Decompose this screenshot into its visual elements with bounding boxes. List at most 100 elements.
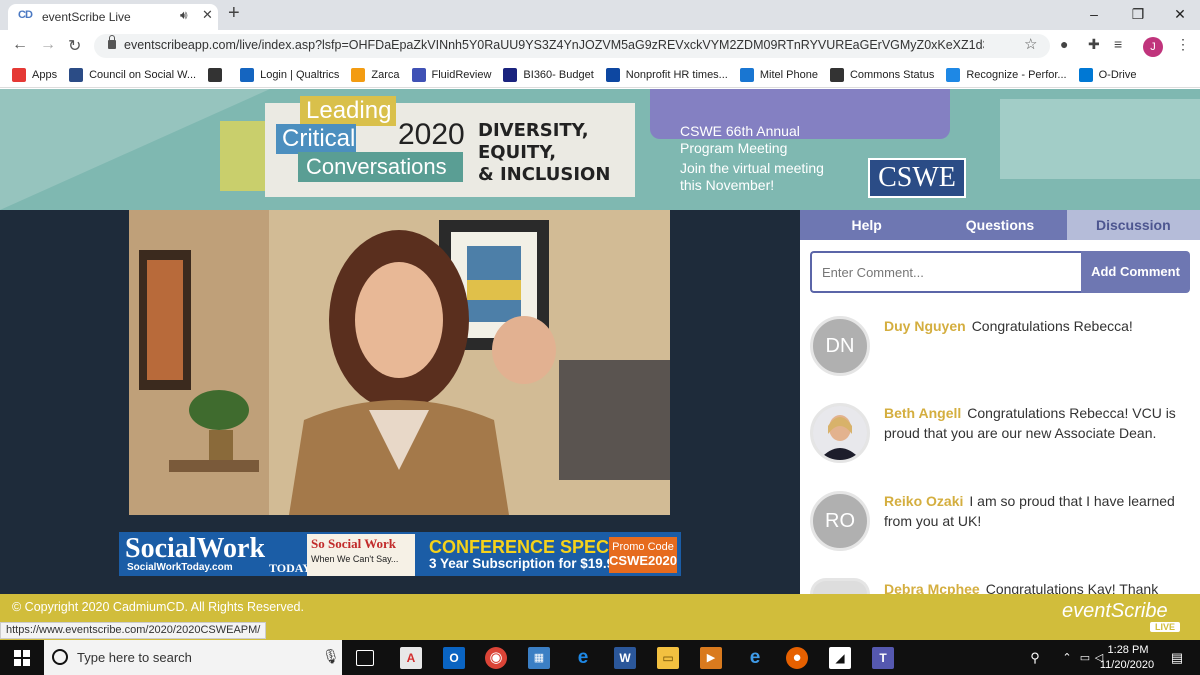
internet-explorer-icon[interactable]: e [572,647,594,669]
bookmark-item[interactable]: Commons Status [829,67,935,82]
extension-circle-icon[interactable]: ● [1060,36,1068,52]
list-item: Debra Mcphee Congratulations Kay! Thank [884,579,1194,594]
ad-promo-code: CSWE2020 [609,553,677,568]
cadmium-favicon-icon: CD [18,9,33,21]
browser-tab[interactable]: CD eventScribe Live 🔊︎ ✕ [8,4,218,30]
speaker-icon[interactable]: 🔊︎ [180,8,188,23]
bookmark-label: Mitel Phone [759,68,818,81]
bookmark-label: Commons Status [849,68,935,81]
bookmark-favicon-icon [69,67,84,82]
bookmark-item[interactable]: Nonprofit HR times... [605,67,728,82]
bookmark-label: Login | Qualtrics [260,68,340,81]
banner-cswe-line: Program Meeting [680,140,788,156]
bookmark-item[interactable]: Login | Qualtrics [240,67,340,82]
clock-time[interactable]: 1:28 PM [1102,644,1154,656]
bookmark-favicon-icon [829,67,844,82]
bookmark-favicon-icon [240,67,255,82]
extensions-puzzle-icon[interactable]: ✚ [1088,36,1100,53]
pdf-app-icon[interactable]: A [400,647,422,669]
reload-icon[interactable]: ↻ [68,36,81,56]
banner-conversations: Conversations [298,152,463,182]
bookmark-item[interactable]: Recognize - Perfor... [946,67,1067,82]
bookmark-item[interactable]: FluidReview [411,67,491,82]
task-view-icon[interactable] [356,650,374,666]
bookmark-label: Recognize - Perfor... [966,68,1067,81]
cswe-logo: CSWE [868,158,966,198]
chrome-icon[interactable]: ◉ [485,647,507,669]
back-arrow-icon[interactable]: ← [12,36,28,54]
bookmark-item[interactable]: Mitel Phone [739,67,818,82]
bookmark-favicon-icon [351,67,366,82]
media-app-icon[interactable]: ▶ [700,647,722,669]
lock-icon[interactable] [108,35,116,49]
minimize-icon[interactable]: – [1074,2,1114,26]
profile-avatar[interactable]: J [1143,37,1163,57]
bookmark-item[interactable]: O-Drive [1078,67,1137,82]
bookmark-label: Apps [32,68,58,81]
teams-icon[interactable]: T [872,647,894,669]
clock-date[interactable]: 11/20/2020 [1097,659,1157,671]
bookmark-star-icon[interactable]: ☆ [1024,35,1037,53]
ad-headline: CONFERENCE SPECIAL [429,537,639,557]
taskbar-search-input[interactable]: Type here to search [77,650,192,665]
sticky-notes-icon[interactable]: ◢ [829,647,851,669]
comment-input[interactable] [810,251,1082,293]
bookmark-label: BI360- Budget [523,68,594,81]
media-queue-icon[interactable]: ≡ [1114,36,1122,52]
outlook-icon[interactable]: O [443,647,465,669]
bookmark-item[interactable]: Apps [12,67,58,82]
close-window-icon[interactable]: ✕ [1160,2,1200,26]
tab-help[interactable]: Help [800,210,934,240]
file-explorer-icon[interactable]: ▭ [657,647,679,669]
more-menu-icon[interactable]: ⋮ [1176,36,1190,53]
url-text[interactable]: eventscribeapp.com/live/index.asp?lsfp=O… [124,38,984,52]
eventscribe-logo: eventScribe [1062,600,1168,622]
avatar [810,578,870,594]
comment-author: Beth Angell [884,405,962,421]
comment-text: Congratulations Kay! Thank [985,581,1159,594]
bookmark-label: Nonprofit HR times... [625,68,728,81]
people-icon[interactable]: ⚲ [1024,647,1046,669]
ad-offer: 3 Year Subscription for $19.99 [429,556,622,571]
bookmark-item[interactable]: Zarca [351,67,400,82]
restore-icon[interactable]: ❐ [1118,2,1158,26]
bookmark-favicon-icon [503,67,518,82]
ad-magazine-title: So Social Work [311,536,397,551]
close-tab-icon[interactable]: ✕ [202,7,213,23]
firefox-icon[interactable]: ● [786,647,808,669]
windows-start-icon[interactable] [14,650,30,666]
banner-cswe-text: CSWE 66th Annual Program Meeting Join th… [680,123,860,194]
notifications-icon[interactable]: ▤ [1166,647,1188,669]
bookmark-item[interactable] [208,67,228,82]
ad-promo-box: Promo Code CSWE2020 [609,537,677,573]
banner-dei: DIVERSITY, EQUITY, & INCLUSION [478,120,610,186]
new-tab-icon[interactable]: + [228,2,240,25]
panel-tabs: Help Questions Discussion [800,210,1200,240]
list-item: Beth Angell Congratulations Rebecca! VCU … [884,403,1194,443]
bookmark-favicon-icon [739,67,754,82]
tab-questions[interactable]: Questions [933,210,1067,240]
ad-promo-label: Promo Code [612,541,674,553]
edge-icon[interactable]: e [744,647,766,669]
tab-discussion[interactable]: Discussion [1066,210,1200,240]
video-player[interactable] [129,210,670,515]
add-comment-button[interactable]: Add Comment [1081,251,1190,293]
bookmark-label: Council on Social W... [89,68,197,81]
ad-brand-sub: TODAY [269,561,312,575]
comment-author: Reiko Ozaki [884,493,964,509]
bookmark-item[interactable]: Council on Social W... [69,67,197,82]
cortana-icon[interactable] [52,649,68,665]
bookmark-favicon-icon [411,67,426,82]
forward-arrow-icon[interactable]: → [40,36,56,54]
word-icon[interactable]: W [614,647,636,669]
beth-angell-photo [813,406,867,460]
bookmark-item[interactable]: BI360- Budget [503,67,594,82]
avatar [810,403,870,463]
social-work-today-ad[interactable]: SocialWork TODAY SocialWorkToday.com So … [119,532,681,576]
microphone-icon[interactable]: 🎙︎ [322,648,340,665]
banner-year: 2020 [398,118,465,151]
banner-cswe-line: CSWE 66th Annual [680,123,800,139]
banner-shape [1000,99,1200,179]
banner-leading: Leading [300,96,396,126]
news-app-icon[interactable]: ▦ [528,647,550,669]
